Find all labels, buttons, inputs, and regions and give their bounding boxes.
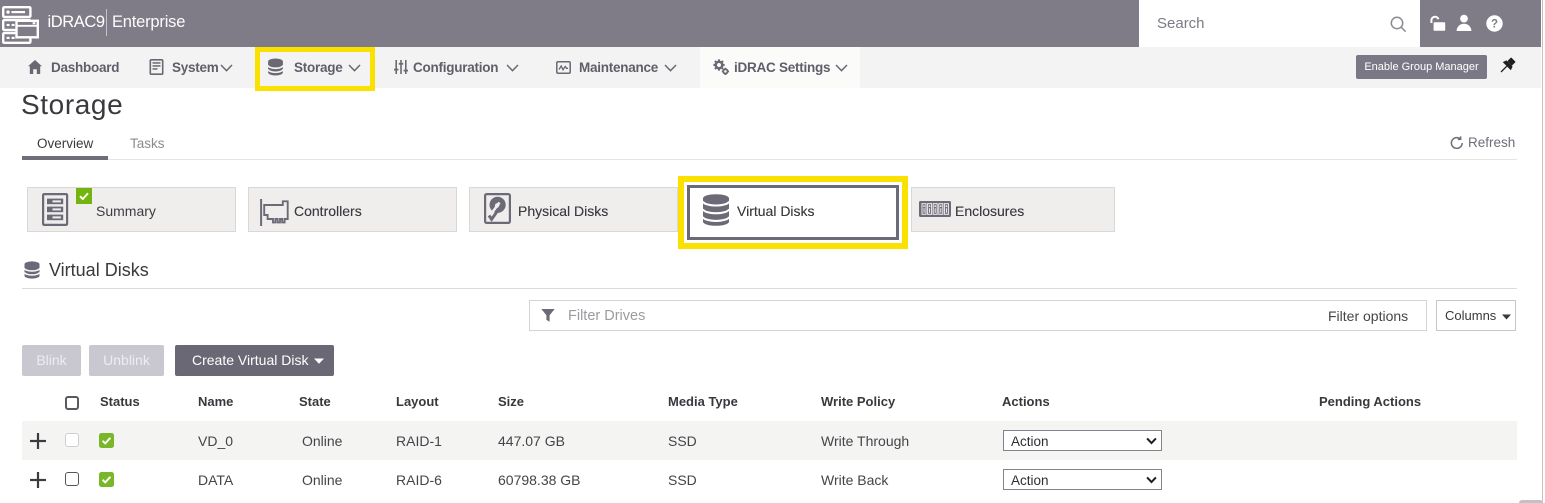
svg-text:?: ? — [1491, 18, 1498, 30]
